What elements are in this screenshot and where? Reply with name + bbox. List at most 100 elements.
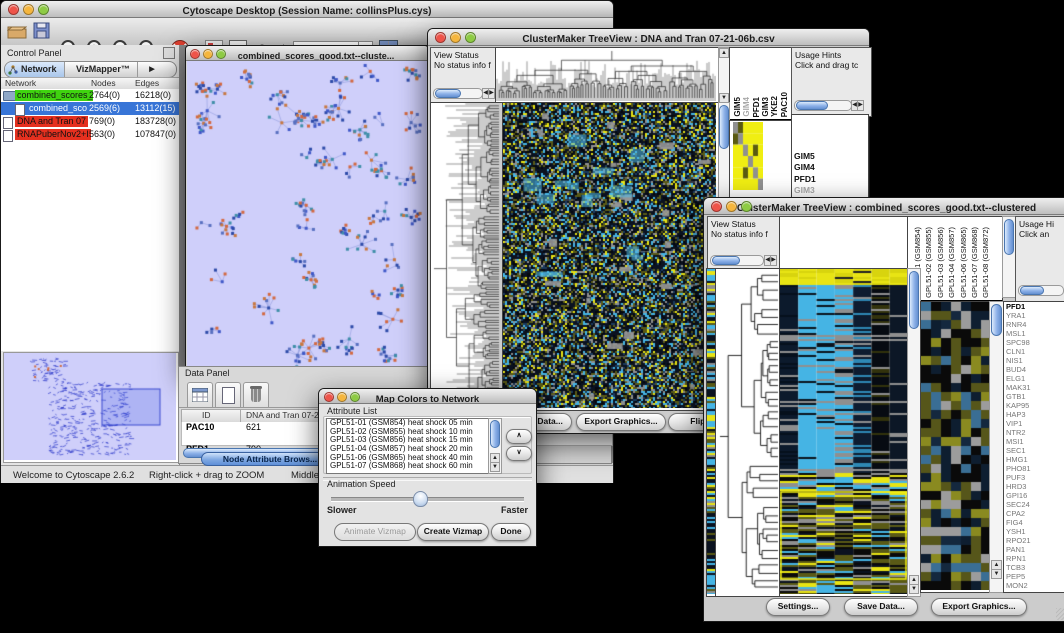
gene-label[interactable]: PEP5 <box>1004 572 1064 581</box>
tv2-zoom-heatmap[interactable] <box>920 301 994 593</box>
gene-label[interactable]: KAP95 <box>1004 401 1064 410</box>
gene-label[interactable]: NIS1 <box>1004 356 1064 365</box>
tv1-usage-hscroll[interactable] <box>794 100 852 111</box>
close-icon[interactable] <box>8 4 19 15</box>
close-icon[interactable] <box>711 201 722 212</box>
network-list-row[interactable]: combined_sco2569(6)13112(15) <box>1 102 179 115</box>
gene-label[interactable]: MSI1 <box>1004 437 1064 446</box>
move-up-button[interactable]: ∧ <box>506 429 532 444</box>
tv2-col-label[interactable]: GPL51-04 (GSM857) <box>947 227 956 298</box>
close-icon[interactable] <box>324 392 334 402</box>
tv2-row-dendrogram[interactable] <box>715 268 783 597</box>
tab-network[interactable]: Network <box>5 62 65 77</box>
tv1-row-dendrogram[interactable] <box>430 102 505 411</box>
gene-label[interactable]: CLN1 <box>1004 347 1064 356</box>
network-window-1-titlebar[interactable]: combined_scores_good.txt--cluste... <box>186 46 428 61</box>
tv2-zoom-vscroll[interactable]: ▲ ▼ <box>989 301 1004 593</box>
trash-icon[interactable] <box>243 382 269 408</box>
open-file-icon[interactable] <box>7 22 27 39</box>
tv1-col-label[interactable]: GIM5 <box>733 97 742 117</box>
gene-label[interactable]: RPN1 <box>1004 554 1064 563</box>
float-panel-icon[interactable] <box>163 47 175 59</box>
gene-label[interactable]: FIG4 <box>1004 518 1064 527</box>
settings-button[interactable]: Settings... <box>766 598 830 616</box>
tv2-status-hscroll[interactable] <box>710 255 764 266</box>
window-controls[interactable] <box>8 4 49 15</box>
zoom-window-icon[interactable] <box>216 49 226 59</box>
tv2-heatmap-vscroll[interactable]: ▲ ▼ <box>907 268 921 597</box>
network-view-1-canvas[interactable] <box>187 61 427 372</box>
tab-vizmapper[interactable]: VizMapper™ <box>69 62 138 77</box>
tv2-col-label[interactable]: GPL51-02 (GSM855) <box>924 227 933 298</box>
tv2-heatmap[interactable] <box>779 268 911 597</box>
gene-label[interactable]: MSL1 <box>1004 329 1064 338</box>
gene-label[interactable]: HRD3 <box>1004 482 1064 491</box>
gene-label[interactable]: MON2 <box>1004 581 1064 590</box>
animate-vizmap-button[interactable]: Animate Vizmap <box>334 523 416 541</box>
network-overview-canvas[interactable] <box>4 353 176 460</box>
export-graphics-button[interactable]: Export Graphics... <box>576 413 666 431</box>
tv1-col-label[interactable]: PAC10 <box>780 92 789 117</box>
gene-label[interactable]: HMG1 <box>1004 455 1064 464</box>
tv1-row-label[interactable]: GIM3 <box>794 185 815 195</box>
minimize-icon[interactable] <box>23 4 34 15</box>
gene-label[interactable]: RPO21 <box>1004 536 1064 545</box>
tv1-col-label[interactable]: YKE2 <box>770 96 779 117</box>
scroll-down-icon[interactable]: ▼ <box>490 462 500 472</box>
tv2-col-label[interactable]: GPL51-07 (GSM868) <box>970 227 979 298</box>
scroll-up-icon[interactable]: ▲ <box>719 48 729 58</box>
zoom-window-icon[interactable] <box>465 32 476 43</box>
tv2-col-label[interactable]: GPL51-08 (GSM872) <box>981 227 990 298</box>
new-attribute-icon[interactable] <box>215 382 241 408</box>
scroll-down-icon[interactable]: ▼ <box>991 569 1002 579</box>
tv2-usage-hscroll[interactable] <box>1018 285 1064 296</box>
minimize-icon[interactable] <box>450 32 461 43</box>
attribute-list-item[interactable]: GPL51-07 (GSM868) heat shock 60 min <box>327 462 489 471</box>
tv1-col-label[interactable]: GIM4 <box>742 97 751 117</box>
treeview2-titlebar[interactable]: ClusterMaker TreeView : combined_scores_… <box>704 198 1064 215</box>
close-icon[interactable] <box>435 32 446 43</box>
treeview1-titlebar[interactable]: ClusterMaker TreeView : DNA and Tran 07-… <box>428 29 869 46</box>
move-down-button[interactable]: ∨ <box>506 446 532 461</box>
tv1-row-label[interactable]: PFD1 <box>794 174 816 184</box>
export-graphics-button[interactable]: Export Graphics... <box>931 598 1027 616</box>
gene-label[interactable]: SEC24 <box>1004 500 1064 509</box>
tv1-col-label[interactable]: PFD1 <box>752 97 761 117</box>
create-vizmap-button[interactable]: Create Vizmap <box>417 523 489 541</box>
slider-thumb[interactable] <box>413 491 428 507</box>
gene-label[interactable]: GTB1 <box>1004 392 1064 401</box>
gene-label[interactable]: YSH1 <box>1004 527 1064 536</box>
tv2-col-label[interactable]: GPL51-03 (GSM856) <box>936 227 945 298</box>
tv1-status-hscroll[interactable] <box>433 88 483 99</box>
tv1-row-label[interactable]: GIM4 <box>794 162 815 172</box>
scroll-down-icon[interactable]: ▼ <box>909 584 919 594</box>
gene-label[interactable]: RNR4 <box>1004 320 1064 329</box>
tv1-column-dendrogram[interactable] <box>495 47 719 104</box>
attribute-list-vscroll[interactable]: ▲ ▼ <box>488 418 502 474</box>
gene-label[interactable]: CPA2 <box>1004 509 1064 518</box>
gene-label[interactable]: PFD1 <box>1004 302 1064 311</box>
network-list-row[interactable]: combined_scores_2764(0)16218(0) <box>1 89 179 102</box>
minimize-icon[interactable] <box>203 49 213 59</box>
zoom-window-icon[interactable] <box>350 392 360 402</box>
main-titlebar[interactable]: Cytoscape Desktop (Session Name: collins… <box>1 1 613 18</box>
tv2-labels-vscroll[interactable] <box>1002 216 1016 298</box>
zoom-window-icon[interactable] <box>741 201 752 212</box>
gene-label[interactable]: PHO81 <box>1004 464 1064 473</box>
delete-table-icon[interactable] <box>187 382 213 408</box>
gene-label[interactable]: PUF3 <box>1004 473 1064 482</box>
network-overview[interactable] <box>3 352 179 463</box>
tv2-col-label[interactable]: GPL51-06 (GSM865) <box>959 227 968 298</box>
network-list-row[interactable]: RNAPuberNov2+I563(0)107847(0) <box>1 128 179 141</box>
close-icon[interactable] <box>190 49 200 59</box>
gene-label[interactable]: YRA1 <box>1004 311 1064 320</box>
tv1-row-label[interactable]: GIM5 <box>794 151 815 161</box>
map-dialog-titlebar[interactable]: Map Colors to Network <box>319 389 536 404</box>
gene-label[interactable]: BUD4 <box>1004 365 1064 374</box>
scroll-right-icon[interactable]: ▶ <box>488 88 495 99</box>
save-data-button[interactable]: Save Data... <box>844 598 918 616</box>
gene-label[interactable]: VIP1 <box>1004 419 1064 428</box>
gene-label[interactable]: HAP3 <box>1004 410 1064 419</box>
gene-label[interactable]: TCB3 <box>1004 563 1064 572</box>
save-icon[interactable] <box>33 22 50 39</box>
